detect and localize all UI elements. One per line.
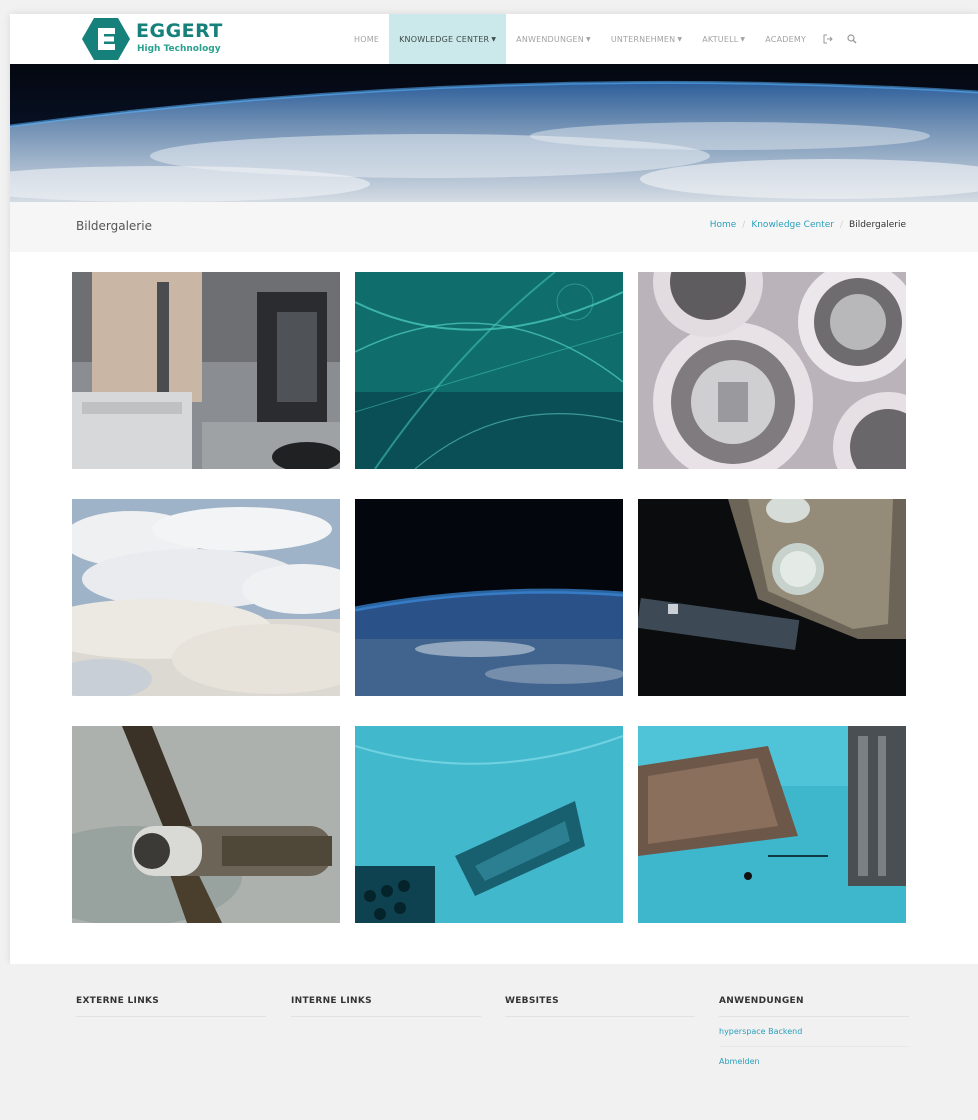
gallery-tile[interactable] — [72, 726, 340, 923]
brand-name: EGGERT — [136, 20, 223, 42]
footer-heading: WEBSITES — [505, 996, 695, 1017]
caret-down-icon: ▼ — [677, 35, 683, 43]
search-button[interactable] — [840, 14, 864, 64]
site-footer: EXTERNE LINKS INTERNE LINKS WEBSITES ANW… — [0, 964, 978, 1120]
gallery-image-cyan-machinery — [638, 726, 906, 923]
caret-down-icon: ▼ — [586, 35, 591, 43]
site-header: EGGERT High Technology HOME KNOWLEDGE CE… — [10, 14, 978, 64]
gallery-image-cyan-structure — [355, 726, 623, 923]
footer-column-anwendungen: ANWENDUNGEN hyperspace Backend Abmelden — [719, 996, 909, 1076]
footer-heading: EXTERNE LINKS — [76, 996, 266, 1017]
gallery-tile[interactable] — [355, 499, 623, 696]
gallery-image-circular-components — [638, 272, 906, 469]
nav-item-label: HOME — [354, 34, 380, 44]
nav-item-label: KNOWLEDGE CENTER — [399, 34, 490, 44]
footer-link-hyperspace-backend[interactable]: hyperspace Backend — [719, 1017, 909, 1047]
footer-column-interne-links: INTERNE LINKS — [291, 996, 481, 1017]
nav-item-knowledge-center[interactable]: KNOWLEDGE CENTER ▼ — [389, 14, 507, 64]
eggert-logo-icon — [82, 18, 130, 60]
breadcrumb-link-home[interactable]: Home — [710, 220, 737, 230]
nav-item-unternehmen[interactable]: UNTERNEHMEN ▼ — [601, 14, 692, 64]
footer-link-abmelden[interactable]: Abmelden — [719, 1047, 909, 1076]
gallery-image-teal-fibers — [355, 272, 623, 469]
hero-banner — [10, 64, 978, 202]
gallery-tile[interactable] — [355, 726, 623, 923]
breadcrumb: Home / Knowledge Center / Bildergalerie — [710, 220, 906, 230]
nav-item-label: ACADEMY — [765, 34, 807, 44]
breadcrumb-separator: / — [742, 220, 746, 230]
caret-down-icon: ▼ — [491, 35, 497, 43]
main-nav: HOME KNOWLEDGE CENTER ▼ ANWENDUNGEN ▼ UN… — [344, 14, 864, 64]
brand-tagline: High Technology — [137, 44, 221, 54]
nav-item-label: AKTUELL — [702, 34, 739, 44]
gallery-image-laboratory-microscope — [72, 272, 340, 469]
footer-column-websites: WEBSITES — [505, 996, 695, 1017]
footer-heading: ANWENDUNGEN — [719, 996, 909, 1017]
breadcrumb-link-knowledge-center[interactable]: Knowledge Center — [751, 220, 834, 230]
gallery-tile[interactable] — [638, 726, 906, 923]
logout-button[interactable] — [816, 14, 840, 64]
gallery-image-satellite-orbit — [72, 726, 340, 923]
breadcrumb-current: Bildergalerie — [849, 220, 906, 230]
gallery-image-earth-horizon — [355, 499, 623, 696]
gallery-tile[interactable] — [72, 499, 340, 696]
nav-item-label: UNTERNEHMEN — [610, 34, 676, 44]
earth-horizon-banner-image — [10, 64, 978, 202]
brand-logo[interactable]: EGGERT High Technology — [82, 18, 242, 60]
gallery-tile[interactable] — [638, 499, 906, 696]
footer-heading: INTERNE LINKS — [291, 996, 481, 1017]
gallery-tile[interactable] — [355, 272, 623, 469]
nav-item-academy[interactable]: ACADEMY — [755, 14, 816, 64]
footer-column-externe-links: EXTERNE LINKS — [76, 996, 266, 1017]
breadcrumb-separator: / — [839, 220, 844, 230]
gallery-image-cloud-layer — [72, 499, 340, 696]
nav-item-anwendungen[interactable]: ANWENDUNGEN ▼ — [506, 14, 601, 64]
page-container: EGGERT High Technology HOME KNOWLEDGE CE… — [10, 14, 978, 964]
logout-icon — [823, 34, 833, 44]
page-title: Bildergalerie — [76, 219, 152, 233]
nav-item-aktuell[interactable]: AKTUELL ▼ — [692, 14, 755, 64]
caret-down-icon: ▼ — [740, 35, 746, 43]
search-icon — [847, 34, 857, 44]
gallery-tile[interactable] — [638, 272, 906, 469]
page-title-bar: Bildergalerie Home / Knowledge Center / Bild… — [10, 202, 978, 252]
gallery-image-spacecraft-module — [638, 499, 906, 696]
nav-item-label: ANWENDUNGEN — [516, 34, 584, 44]
nav-item-home[interactable]: HOME — [344, 14, 389, 64]
gallery-tile[interactable] — [72, 272, 340, 469]
